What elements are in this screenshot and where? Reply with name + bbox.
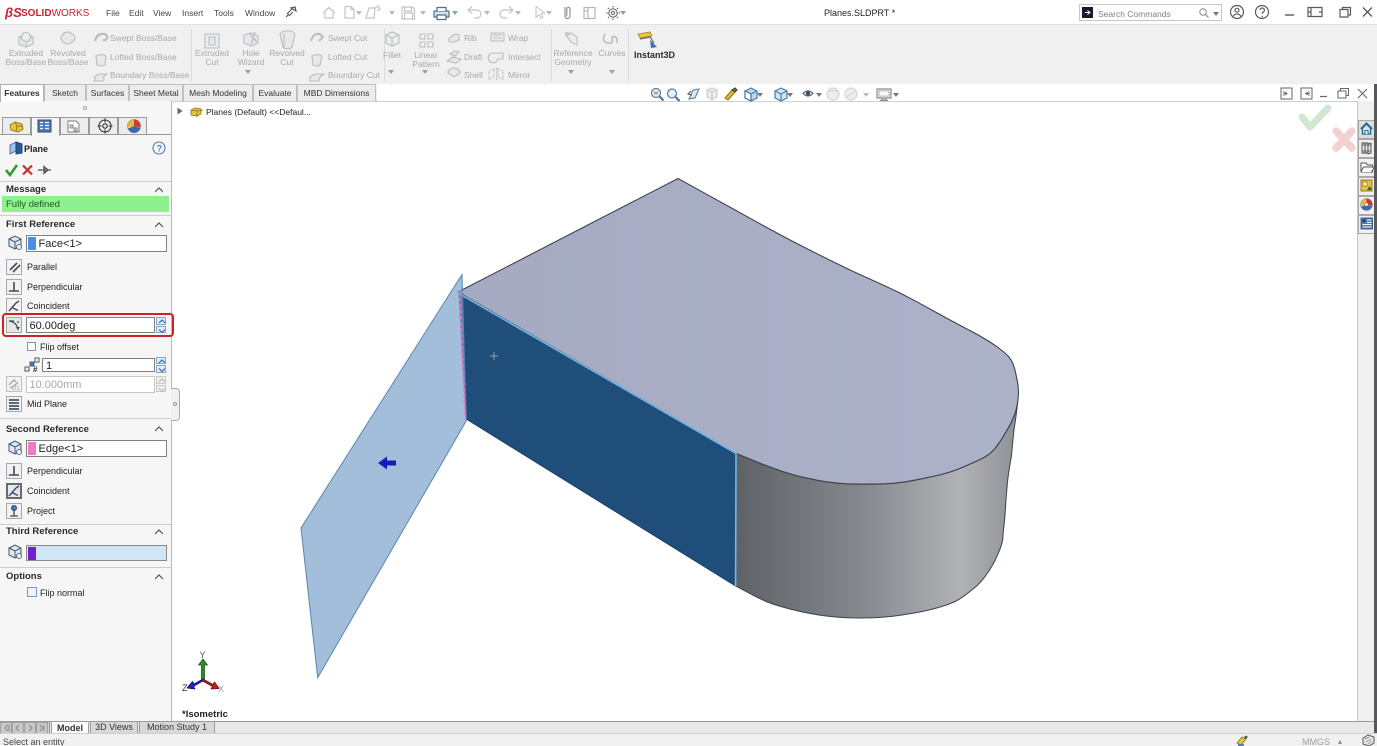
svg-text:SOLIDWORKS: SOLIDWORKS [21, 8, 90, 19]
svg-text:#: # [33, 365, 38, 373]
svg-text:X: X [218, 684, 224, 694]
svg-text:D1: D1 [12, 386, 20, 391]
svg-text:Y: Y [200, 650, 206, 660]
svg-text:?: ? [157, 143, 163, 153]
svg-text:βS: βS [5, 5, 22, 20]
svg-text:Z: Z [182, 683, 188, 693]
